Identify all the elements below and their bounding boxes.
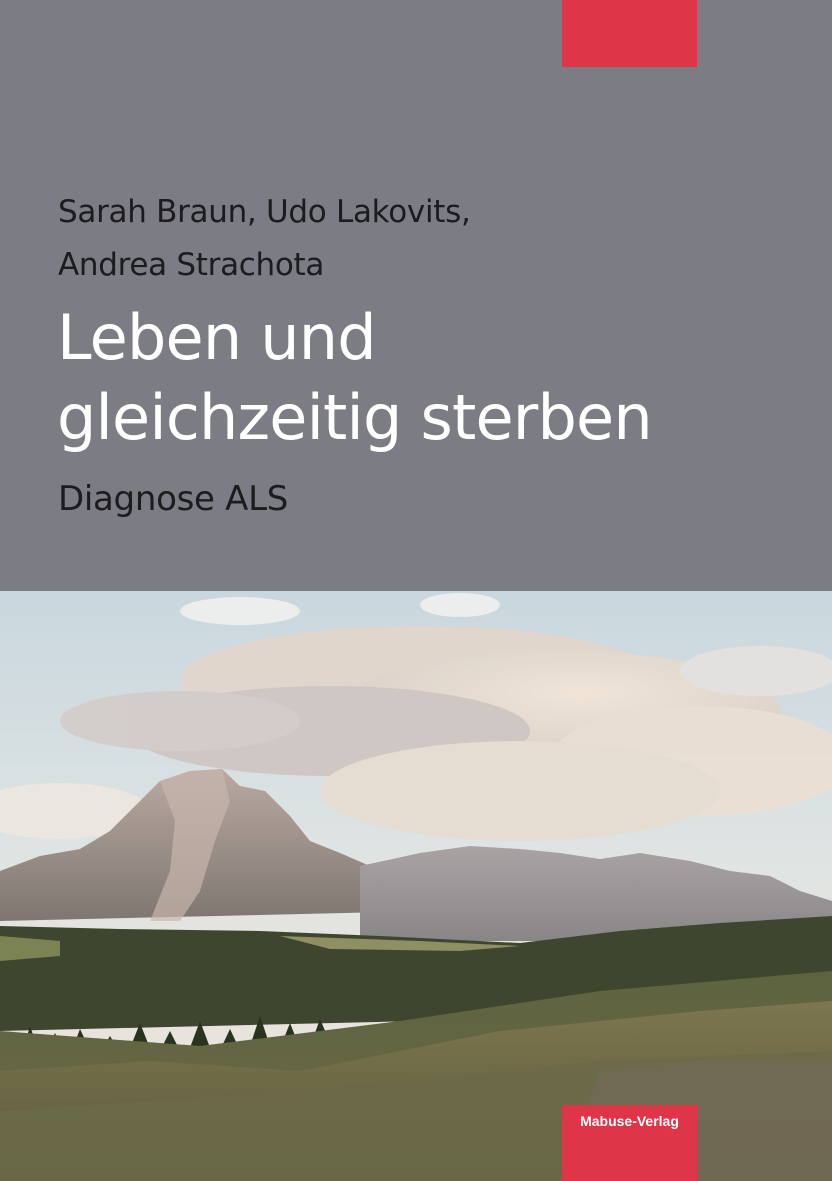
title-line-1: Leben und (57, 301, 377, 374)
mountain-landscape-photo (0, 591, 832, 1181)
publisher-name: Mabuse-Verlag (580, 1113, 679, 1129)
title-line-2: gleichzeitig sterben (57, 381, 653, 454)
red-accent-tab (562, 0, 697, 67)
cover-top-panel: Sarah Braun, Udo Lakovits, Andrea Strach… (0, 0, 832, 591)
book-subtitle: Diagnose ALS (58, 479, 289, 519)
book-title: Leben und gleichzeitig sterben (57, 298, 653, 458)
publisher-tab: Mabuse-Verlag (562, 1105, 697, 1181)
authors-line-1: Sarah Braun, Udo Lakovits, (58, 194, 471, 230)
authors: Sarah Braun, Udo Lakovits, Andrea Strach… (58, 186, 471, 292)
authors-line-2: Andrea Strachota (58, 247, 325, 283)
